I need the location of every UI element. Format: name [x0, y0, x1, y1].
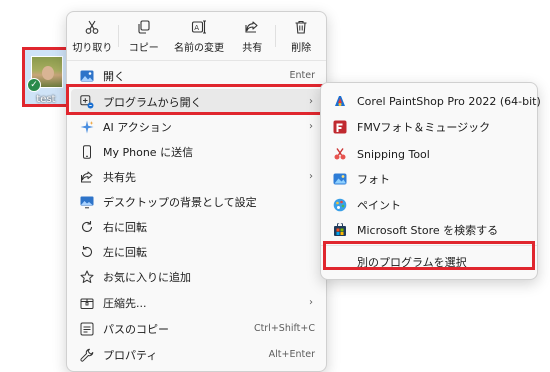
- menu-item-label: AI アクション: [103, 120, 172, 134]
- rotate-left-icon: [81, 245, 93, 257]
- wrench-icon: [80, 348, 94, 362]
- submenu-item-label: フォト: [357, 173, 390, 186]
- menu-item-rotate-left[interactable]: 左に回転: [71, 239, 323, 264]
- menu-item-open[interactable]: 開く Enter: [71, 63, 323, 88]
- phone-icon: [83, 144, 91, 159]
- menu-item-label: 開く: [103, 69, 125, 83]
- share-button[interactable]: 共有: [229, 12, 275, 60]
- desktop-background-icon: [80, 196, 94, 208]
- store-icon: [334, 223, 346, 236]
- menu-item-ai-action[interactable]: AI アクション ›: [71, 114, 323, 139]
- menu-item-compress[interactable]: 圧縮先... ›: [71, 290, 323, 315]
- delete-icon: [295, 20, 307, 34]
- cut-label: 切り取り: [72, 42, 113, 54]
- chevron-right-icon: ›: [309, 297, 313, 308]
- chevron-right-icon: ›: [309, 96, 313, 107]
- menu-item-label: 共有先: [103, 170, 136, 184]
- rename-label: 名前の変更: [173, 42, 224, 54]
- menu-item-copy-path[interactable]: パスのコピー Ctrl+Shift+C: [71, 316, 323, 341]
- open-with-icon: [80, 94, 94, 108]
- submenu-item-snipping[interactable]: Snipping Tool: [325, 142, 533, 166]
- menu-item-label: 左に回転: [103, 245, 147, 259]
- menu-item-rotate-right[interactable]: 右に回転: [71, 214, 323, 239]
- image-icon: [80, 70, 94, 81]
- submenu-item-label: FMVフォト＆ミュージック: [357, 121, 491, 134]
- submenu-item-paint[interactable]: ペイント: [325, 193, 533, 217]
- menu-item-label: お気に入りに追加: [103, 270, 191, 284]
- context-menu: 切り取り コピー A 名前の変更 共有 削除 開く Enter プログラムから開…: [66, 11, 327, 372]
- menu-item-label: プログラムから開く: [103, 95, 202, 109]
- snipping-tool-icon: [334, 148, 346, 160]
- submenu-item-store-search[interactable]: Microsoft Store を検索する: [325, 218, 533, 242]
- context-toolbar: 切り取り コピー A 名前の変更 共有 削除: [67, 12, 326, 60]
- menu-item-label: パスのコピー: [103, 322, 169, 336]
- submenu-item-label: Snipping Tool: [357, 147, 430, 161]
- menu-item-open-with[interactable]: プログラムから開く ›: [71, 89, 323, 114]
- submenu-item-fmv[interactable]: FMVフォト＆ミュージック: [325, 115, 533, 139]
- copy-path-icon: [80, 322, 94, 335]
- submenu-item-label: ペイント: [357, 199, 401, 212]
- fmv-icon: [333, 120, 347, 134]
- submenu-item-photos[interactable]: フォト: [325, 167, 533, 191]
- cut-icon: [86, 20, 99, 34]
- menu-item-shortcut: Alt+Enter: [268, 349, 315, 360]
- menu-item-send-to-phone[interactable]: My Phone に送信: [71, 139, 323, 164]
- menu-item-label: 右に回転: [103, 220, 147, 234]
- menu-item-label: 圧縮先...: [103, 296, 147, 310]
- sync-check-icon: ✓: [27, 78, 41, 92]
- submenu-item-label: Microsoft Store を検索する: [357, 224, 499, 237]
- copy-button[interactable]: コピー: [119, 12, 169, 60]
- copy-label: コピー: [128, 42, 159, 54]
- submenu-item-label: Corel PaintShop Pro 2022 (64-bit): [357, 94, 541, 108]
- paintshop-icon: [335, 96, 345, 106]
- rename-button[interactable]: A 名前の変更: [169, 12, 230, 60]
- menu-item-share-to[interactable]: 共有先 ›: [71, 164, 323, 189]
- menu-item-add-favorite[interactable]: お気に入りに追加: [71, 264, 323, 289]
- photos-icon: [333, 173, 347, 185]
- cut-button[interactable]: 切り取り: [67, 12, 118, 60]
- copy-icon: [138, 19, 150, 34]
- menu-item-label: My Phone に送信: [103, 145, 194, 159]
- chevron-right-icon: ›: [309, 171, 313, 182]
- menu-item-set-background[interactable]: デスクトップの背景として設定: [71, 189, 323, 214]
- share-label: 共有: [242, 42, 263, 54]
- paint-icon: [333, 198, 347, 212]
- menu-item-label: デスクトップの背景として設定: [103, 195, 257, 209]
- desktop-file-label: test: [36, 94, 56, 105]
- chevron-right-icon: ›: [309, 121, 313, 132]
- menu-item-label: プロパティ: [103, 348, 158, 362]
- delete-button[interactable]: 削除: [276, 12, 326, 60]
- submenu-item-choose-another[interactable]: 別のプログラムを選択: [325, 250, 533, 274]
- submenu-item-label: 別のプログラムを選択: [357, 256, 467, 269]
- share-icon: [81, 171, 93, 182]
- rename-icon: A: [191, 19, 206, 34]
- rotate-right-icon: [81, 220, 93, 232]
- share-icon: [245, 20, 258, 33]
- open-with-submenu: Corel PaintShop Pro 2022 (64-bit) FMVフォト…: [320, 82, 541, 280]
- sparkle-icon: [80, 120, 94, 133]
- desktop-file-test[interactable]: ✓ test: [22, 47, 70, 107]
- menu-item-shortcut: Enter: [289, 70, 316, 81]
- submenu-item-paintshop[interactable]: Corel PaintShop Pro 2022 (64-bit): [325, 89, 541, 113]
- star-icon: [80, 270, 94, 283]
- zip-icon: [80, 298, 94, 309]
- delete-label: 削除: [291, 42, 312, 54]
- svg-text:A: A: [194, 24, 199, 32]
- menu-item-properties[interactable]: プロパティ Alt+Enter: [71, 342, 323, 367]
- menu-item-shortcut: Ctrl+Shift+C: [253, 323, 315, 334]
